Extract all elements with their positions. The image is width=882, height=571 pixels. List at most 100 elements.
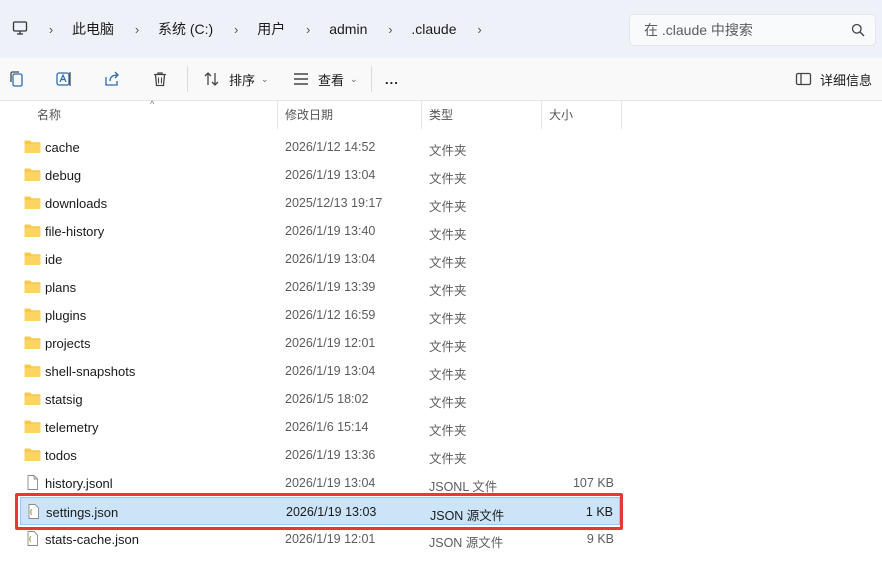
folder-icon	[24, 252, 41, 265]
search-icon[interactable]	[851, 23, 865, 37]
share-icon	[105, 71, 119, 86]
toolbar-divider	[371, 66, 372, 92]
file-row[interactable]: downloads 2025/12/13 19:17 文件夹	[20, 189, 620, 217]
file-date: 2026/1/19 12:01	[285, 532, 376, 546]
chevron-right-icon[interactable]: ›	[379, 22, 401, 37]
sort-button[interactable]: 排序 ⌄	[203, 68, 269, 90]
column-size[interactable]: 大小	[542, 101, 622, 129]
folder-icon	[24, 448, 41, 461]
file-row[interactable]: projects 2026/1/19 12:01 文件夹	[20, 329, 620, 357]
view-label: 查看	[318, 72, 345, 88]
file-name: cache	[45, 140, 80, 155]
file-row[interactable]: shell-snapshots 2026/1/19 13:04 文件夹	[20, 357, 620, 385]
file-type: 文件夹	[429, 200, 467, 214]
file-name: projects	[45, 336, 91, 351]
details-pane-button[interactable]: 详细信息	[795, 68, 872, 90]
command-bar: 排序 ⌄ 查看 ⌄ ... 详细信息	[0, 58, 882, 101]
file-date: 2026/1/19 13:03	[286, 505, 377, 519]
file-row[interactable]: todos 2026/1/19 13:36 文件夹	[20, 441, 620, 469]
file-name: todos	[45, 448, 77, 463]
search-input[interactable]	[630, 15, 850, 45]
toolbar-divider	[187, 66, 188, 92]
breadcrumb-admin[interactable]: admin	[319, 21, 379, 37]
folder-icon	[24, 364, 41, 377]
sort-label: 排序	[229, 72, 256, 88]
sort-icon	[204, 72, 219, 86]
file-date: 2025/12/13 19:17	[285, 196, 383, 210]
share-button[interactable]	[103, 68, 121, 90]
file-type: 文件夹	[429, 228, 467, 242]
folder-icon	[24, 140, 41, 153]
file-row[interactable]: file-history 2026/1/19 13:40 文件夹	[20, 217, 620, 245]
chevron-right-icon[interactable]: ›	[469, 22, 491, 37]
more-options-button[interactable]: ...	[385, 68, 399, 90]
more-options-icon: ...	[385, 71, 399, 87]
delete-button[interactable]	[151, 68, 169, 90]
file-date: 2026/1/12 16:59	[285, 308, 376, 322]
chevron-down-icon: ⌄	[261, 73, 269, 84]
file-row[interactable]: debug 2026/1/19 13:04 文件夹	[20, 161, 620, 189]
file-date: 2026/1/19 13:04	[285, 168, 376, 182]
file-name: file-history	[45, 224, 105, 239]
folder-icon	[24, 168, 41, 181]
file-type: JSON 源文件	[429, 536, 504, 550]
file-type: 文件夹	[429, 144, 467, 158]
file-row[interactable]: stats-cache.json 2026/1/19 12:01 JSON 源文件 9…	[20, 525, 620, 553]
file-type: 文件夹	[429, 424, 467, 438]
view-button[interactable]: 查看 ⌄	[292, 68, 358, 90]
folder-icon	[24, 392, 41, 405]
file-name: plugins	[45, 308, 87, 323]
file-name: history.jsonl	[45, 476, 113, 491]
folder-icon	[24, 336, 41, 349]
chevron-right-icon[interactable]: ›	[126, 22, 148, 37]
column-name[interactable]: 名称	[30, 101, 278, 129]
file-row[interactable]: telemetry 2026/1/6 15:14 文件夹	[20, 413, 620, 441]
folder-icon	[24, 420, 41, 433]
column-date[interactable]: 修改日期	[278, 101, 422, 129]
chevron-right-icon[interactable]: ›	[40, 22, 62, 37]
file-date: 2026/1/6 15:14	[285, 420, 369, 434]
json-file-icon	[28, 504, 39, 519]
file-name: stats-cache.json	[45, 532, 139, 547]
file-date: 2026/1/19 13:04	[285, 476, 376, 490]
file-date: 2026/1/19 13:04	[285, 252, 376, 266]
file-name: ide	[45, 252, 63, 267]
file-type: 文件夹	[429, 396, 467, 410]
chevron-right-icon[interactable]: ›	[225, 22, 247, 37]
file-row[interactable]: plugins 2026/1/12 16:59 文件夹	[20, 301, 620, 329]
file-date: 2026/1/19 13:04	[285, 364, 376, 378]
json-file-icon	[27, 531, 38, 546]
breadcrumb-users[interactable]: 用户	[247, 19, 297, 39]
search-box	[629, 14, 876, 46]
file-size: 9 KB	[586, 532, 614, 546]
file-row[interactable]: settings.json 2026/1/19 13:03 JSON 源文件 1 KB	[20, 497, 620, 525]
column-type[interactable]: 类型	[422, 101, 542, 129]
chevron-right-icon[interactable]: ›	[297, 22, 319, 37]
file-name: settings.json	[46, 505, 119, 520]
file-type: 文件夹	[429, 284, 467, 298]
breadcrumb-claude[interactable]: .claude	[401, 21, 468, 37]
file-type: 文件夹	[429, 340, 467, 354]
file-date: 2026/1/5 18:02	[285, 392, 369, 406]
file-row[interactable]: history.jsonl 2026/1/19 13:04 JSONL 文件 107 …	[20, 469, 620, 497]
folder-icon	[24, 196, 41, 209]
file-type: 文件夹	[429, 452, 467, 466]
breadcrumb-system-c[interactable]: 系统 (C:)	[148, 19, 225, 39]
file-size: 107 KB	[572, 476, 614, 490]
breadcrumb: › 此电脑 › 系统 (C:) › 用户 › admin › .claude ›	[40, 0, 491, 58]
file-date: 2026/1/19 13:40	[285, 224, 376, 238]
breadcrumb-this-pc[interactable]: 此电脑	[62, 19, 126, 39]
details-label: 详细信息	[820, 72, 873, 88]
file-row[interactable]: statsig 2026/1/5 18:02 文件夹	[20, 385, 620, 413]
file-date: 2026/1/19 12:01	[285, 336, 376, 350]
file-row[interactable]: plans 2026/1/19 13:39 文件夹	[20, 273, 620, 301]
copy-button[interactable]	[8, 68, 25, 90]
rename-button[interactable]	[55, 68, 73, 90]
file-type: JSON 源文件	[430, 509, 505, 523]
file-name: statsig	[45, 392, 83, 407]
file-row[interactable]: cache 2026/1/12 14:52 文件夹	[20, 133, 620, 161]
folder-icon	[24, 224, 41, 237]
file-row[interactable]: ide 2026/1/19 13:04 文件夹	[20, 245, 620, 273]
this-pc-icon[interactable]	[12, 20, 28, 36]
document-icon	[27, 475, 38, 490]
